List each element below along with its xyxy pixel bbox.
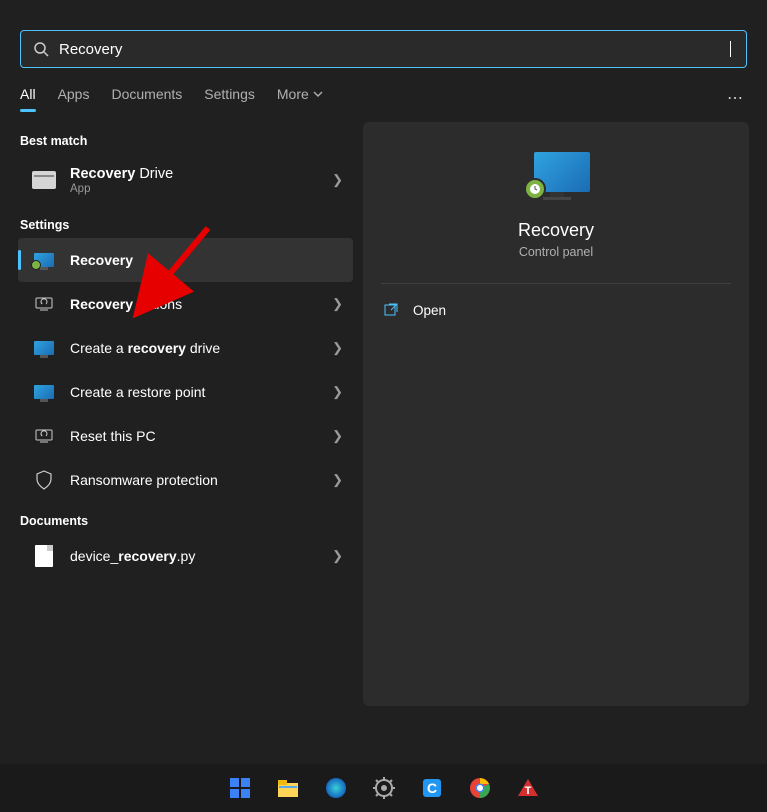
chevron-right-icon: ❯ [332,296,343,312]
open-icon [383,302,399,318]
doc-bold: recovery [118,548,176,564]
tab-all[interactable]: All [20,86,36,110]
taskbar: C T [0,764,767,812]
options-icon [32,292,56,316]
tab-documents[interactable]: Documents [111,86,182,110]
svg-text:C: C [426,780,436,796]
result-label: Reset this PC [70,428,332,444]
doc-suffix: .py [177,548,196,564]
section-documents: Documents [20,514,353,528]
taskbar-app-t[interactable]: T [508,768,548,808]
taskbar-edge[interactable] [316,768,356,808]
monitor-icon [32,380,56,404]
result-label: Create a recovery drive [70,340,332,356]
search-box[interactable]: Recovery [20,30,747,68]
chevron-right-icon: ❯ [332,548,343,564]
result-label: Recovery Drive App [70,166,332,195]
results-column: Best match Recovery Drive App ❯ Settings… [18,122,353,706]
filter-tabs: All Apps Documents Settings More ⋯ [0,68,767,110]
chevron-right-icon: ❯ [332,428,343,444]
divider [381,283,731,284]
drive-icon [32,168,56,192]
text-cursor [730,41,731,57]
chevron-right-icon: ❯ [332,472,343,488]
preview-pane: Recovery Control panel Open [363,122,749,706]
preview-action-label: Open [413,303,446,318]
result-recovery[interactable]: Recovery [18,238,353,282]
taskbar-settings[interactable] [364,768,404,808]
result-subtitle: App [70,183,332,195]
chevron-down-icon [313,89,323,99]
result-create-recovery-drive[interactable]: Create a recovery drive ❯ [18,326,353,370]
result-reset-pc[interactable]: Reset this PC ❯ [18,414,353,458]
search-input[interactable]: Recovery [59,41,733,58]
taskbar-chrome[interactable] [460,768,500,808]
result-label: Recovery options [70,296,332,312]
preview-subtitle: Control panel [519,245,593,259]
doc-prefix: device_ [70,548,118,564]
result-recovery-drive[interactable]: Recovery Drive App ❯ [18,154,353,206]
overflow-menu[interactable]: ⋯ [727,88,745,108]
section-settings: Settings [20,218,353,232]
recovery-icon [32,248,56,272]
preview-action-open[interactable]: Open [363,292,749,328]
result-label: Ransomware protection [70,472,332,488]
taskbar-file-explorer[interactable] [268,768,308,808]
tab-more-label: More [277,86,309,102]
monitor-icon [32,336,56,360]
tab-apps[interactable]: Apps [58,86,90,110]
svg-text:T: T [524,785,531,797]
result-label: Recovery [70,252,343,268]
taskbar-start[interactable] [220,768,260,808]
section-best-match: Best match [20,134,353,148]
result-label: device_recovery.py [70,548,332,564]
chevron-right-icon: ❯ [332,384,343,400]
match-rest: Drive [135,166,173,182]
chevron-right-icon: ❯ [332,340,343,356]
file-icon [32,544,56,568]
shield-icon [32,468,56,492]
reset-icon [32,424,56,448]
search-icon [33,41,49,57]
tab-more[interactable]: More [277,86,323,110]
taskbar-app-c[interactable]: C [412,768,452,808]
recovery-large-icon [522,152,590,206]
chevron-right-icon: ❯ [332,172,343,188]
result-create-restore-point[interactable]: Create a restore point ❯ [18,370,353,414]
result-label: Create a restore point [70,384,332,400]
result-document-device-recovery[interactable]: device_recovery.py ❯ [18,534,353,578]
match-bold: Recovery [70,166,135,182]
result-ransomware-protection[interactable]: Ransomware protection ❯ [18,458,353,502]
tab-settings[interactable]: Settings [204,86,255,110]
preview-title: Recovery [518,220,594,241]
result-recovery-options[interactable]: Recovery options ❯ [18,282,353,326]
